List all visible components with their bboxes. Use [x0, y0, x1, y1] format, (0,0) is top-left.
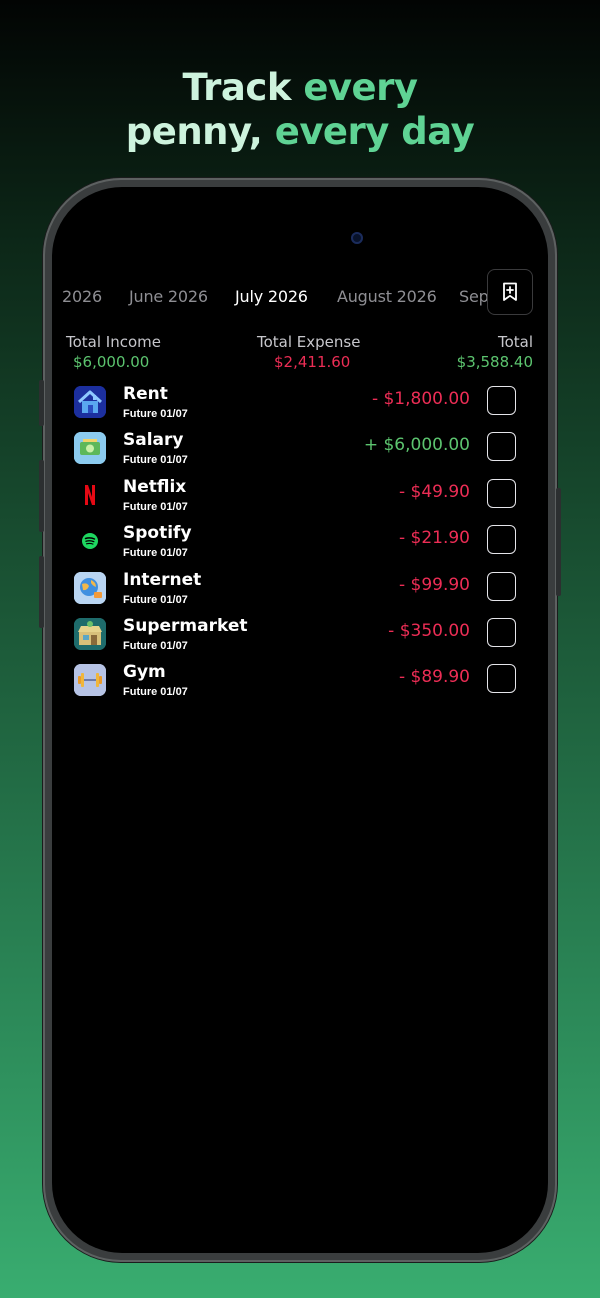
transaction-row[interactable]: Salary Future 01/07 + $6,000.00 [52, 429, 548, 475]
paid-checkbox[interactable] [487, 571, 516, 601]
transaction-date: Future 01/07 [123, 454, 188, 467]
headline-accent-text: every [303, 66, 418, 109]
transaction-date: Future 01/07 [123, 547, 188, 560]
headline-line-1: Track every [0, 66, 600, 110]
transaction-list: Rent Future 01/07 - $1,800.00 Salary Fut… [52, 383, 548, 708]
transaction-amount: - $99.90 [398, 574, 470, 595]
side-button [556, 488, 561, 596]
paid-checkbox[interactable] [487, 664, 516, 694]
transaction-date: Future 01/07 [123, 639, 188, 652]
globe-icon [74, 571, 106, 604]
side-button [39, 380, 44, 426]
transaction-row[interactable]: Rent Future 01/07 - $1,800.00 [52, 383, 548, 429]
transaction-amount: - $350.00 [388, 620, 470, 641]
month-selector[interactable]: 2026 June 2026 July 2026 August 2026 Sep [52, 287, 548, 315]
total-expense-label: Total Expense [257, 333, 361, 351]
total-value: $3,588.40 [456, 353, 533, 371]
house-icon [74, 386, 106, 418]
month-tab[interactable]: 2026 [62, 287, 102, 306]
transaction-date: Future 01/07 [123, 593, 188, 606]
month-tab[interactable]: August 2026 [337, 287, 437, 306]
headline-text: penny, [125, 110, 275, 153]
paid-checkbox[interactable] [487, 525, 516, 555]
transaction-name: Spotify [123, 523, 192, 544]
money-icon [74, 432, 106, 465]
transaction-name: Salary [123, 430, 184, 451]
transaction-amount: - $1,800.00 [371, 389, 470, 409]
phone-screen: 2026 June 2026 July 2026 August 2026 Sep… [52, 187, 548, 1253]
transaction-amount: + $6,000.00 [363, 435, 470, 456]
total-label: Total [497, 333, 533, 351]
paid-checkbox[interactable] [487, 478, 516, 508]
headline-accent-text: every [274, 110, 390, 153]
transaction-amount: - $49.90 [398, 481, 470, 502]
transaction-name: Rent [123, 384, 168, 404]
side-button [39, 460, 44, 532]
month-tab[interactable]: Sep [459, 287, 489, 306]
bookmark-plus-icon [503, 282, 517, 301]
headline: Track every penny, every day [0, 66, 600, 154]
spotify-icon [74, 525, 106, 558]
transaction-date: Future 01/07 [123, 408, 188, 420]
paid-checkbox[interactable] [487, 386, 516, 415]
transaction-row[interactable]: Spotify Future 01/07 - $21.90 [52, 522, 548, 568]
transaction-name: Internet [123, 569, 202, 590]
transaction-amount: - $89.90 [398, 667, 470, 688]
phone-frame: 2026 June 2026 July 2026 August 2026 Sep… [39, 178, 561, 1262]
month-tab-active[interactable]: July 2026 [235, 287, 308, 306]
transaction-name: Supermarket [123, 615, 248, 636]
transaction-name: Gym [123, 662, 166, 683]
store-icon [74, 617, 106, 650]
paid-checkbox[interactable] [487, 432, 516, 462]
headline-line-2: penny, every day [0, 110, 600, 154]
headline-accent-text: day [388, 110, 475, 153]
total-income-label: Total Income [66, 333, 161, 351]
paid-checkbox[interactable] [487, 617, 516, 647]
transaction-date: Future 01/07 [123, 500, 188, 513]
headline-text: Track [182, 66, 304, 109]
side-button [39, 556, 44, 628]
transaction-row[interactable]: Internet Future 01/07 - $99.90 [52, 569, 548, 615]
month-tab[interactable]: June 2026 [129, 287, 208, 306]
bookmark-button[interactable] [487, 269, 533, 315]
transaction-date: Future 01/07 [123, 686, 188, 699]
camera-icon [351, 232, 363, 244]
totals-summary: Total Income $6,000.00 Total Expense $2,… [52, 333, 548, 373]
netflix-icon [74, 478, 106, 511]
transaction-row[interactable]: Netflix Future 01/07 - $49.90 [52, 476, 548, 522]
total-expense-value: $2,411.60 [274, 353, 351, 371]
transaction-name: Netflix [123, 476, 187, 497]
transaction-amount: - $21.90 [398, 528, 470, 549]
transaction-row[interactable]: Supermarket Future 01/07 - $350.00 [52, 615, 548, 661]
transaction-row[interactable]: Gym Future 01/07 - $89.90 [52, 661, 548, 707]
dumbbell-icon [74, 664, 106, 697]
total-income-value: $6,000.00 [73, 353, 150, 371]
